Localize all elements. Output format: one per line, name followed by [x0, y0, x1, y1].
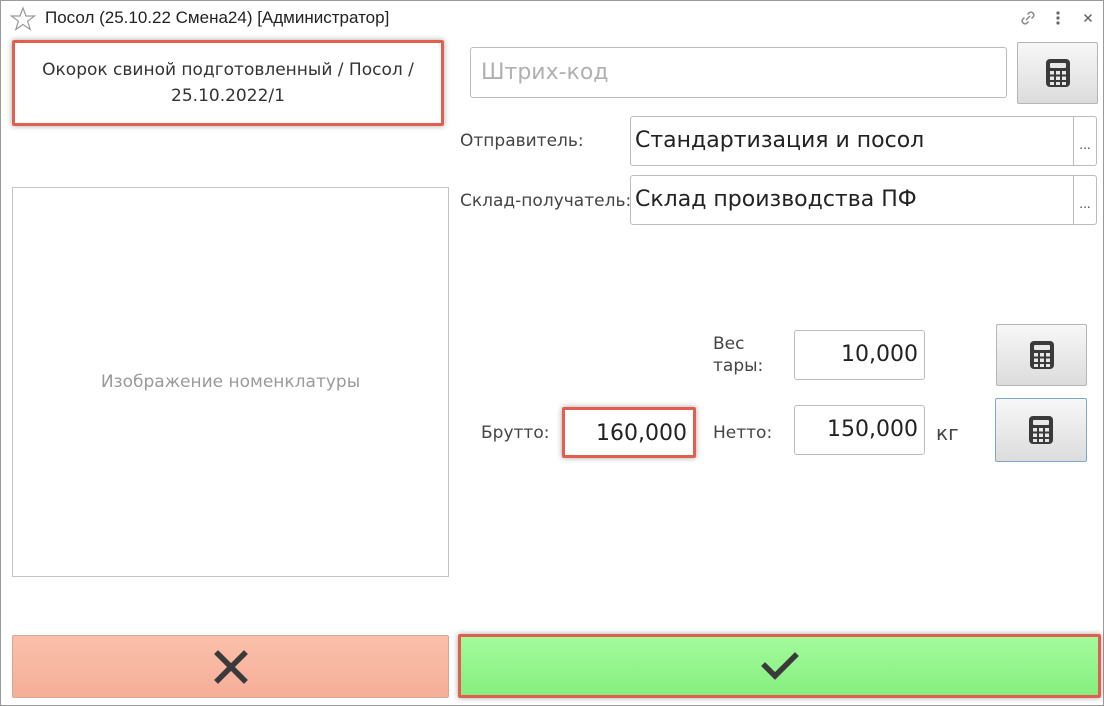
- confirm-button[interactable]: [458, 634, 1101, 698]
- close-x-icon: [213, 649, 248, 684]
- net-calculator-button[interactable]: [995, 398, 1087, 462]
- net-weight-field[interactable]: 150,000: [794, 405, 925, 455]
- tare-label-line2: тары:: [713, 356, 764, 376]
- receiver-value: Склад производства ПФ: [635, 187, 917, 212]
- calculator-icon: [1045, 59, 1070, 87]
- checkmark-icon: [760, 652, 799, 680]
- dialog-window: Посол (25.10.22 Смена24) [Администратор]…: [0, 0, 1104, 706]
- title-bar: Посол (25.10.22 Смена24) [Администратор]: [1, 1, 1103, 35]
- calculator-icon: [1029, 416, 1053, 444]
- close-icon[interactable]: [1077, 7, 1099, 29]
- gross-weight-field[interactable]: 160,000: [562, 407, 696, 458]
- sender-value: Стандартизация и посол: [635, 128, 925, 153]
- receiver-label: Склад-получатель:: [460, 191, 632, 211]
- sender-choose-button[interactable]: ...: [1073, 117, 1096, 165]
- more-icon[interactable]: [1047, 7, 1069, 29]
- barcode-input[interactable]: Штрих-код: [470, 47, 1007, 98]
- receiver-field[interactable]: Склад производства ПФ ...: [630, 175, 1097, 225]
- calculator-icon: [1029, 341, 1054, 369]
- window-title: Посол (25.10.22 Смена24) [Администратор]: [45, 8, 390, 27]
- barcode-calculator-button[interactable]: [1017, 42, 1098, 104]
- net-label: Нетто:: [713, 423, 773, 443]
- link-icon[interactable]: [1017, 7, 1039, 29]
- product-image-placeholder: Изображение номенклатуры: [12, 187, 449, 577]
- receiver-choose-button[interactable]: ...: [1073, 176, 1096, 224]
- tare-label: Вес тары:: [713, 333, 763, 377]
- sender-label: Отправитель:: [460, 131, 584, 151]
- tare-label-line1: Вес: [713, 334, 745, 354]
- gross-label: Брутто:: [481, 423, 550, 443]
- tare-calculator-button[interactable]: [996, 324, 1087, 386]
- tare-weight-field[interactable]: 10,000: [794, 330, 925, 380]
- cancel-button[interactable]: [12, 635, 449, 698]
- star-icon[interactable]: [10, 6, 36, 32]
- sender-field[interactable]: Стандартизация и посол ...: [630, 116, 1097, 166]
- unit-label: кг: [936, 421, 959, 445]
- product-name: Окорок свиной подготовленный / Посол / 2…: [12, 40, 444, 126]
